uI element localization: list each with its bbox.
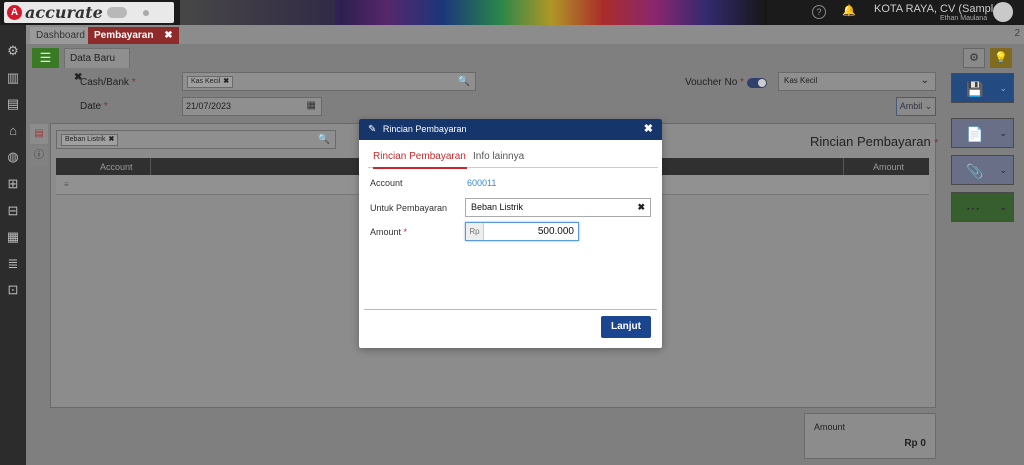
more-icon: ⋯ <box>966 200 980 216</box>
tabs-row: Dashboard Pembayaran ✖ 2 <box>26 25 1024 44</box>
column-header-amount[interactable]: Amount <box>873 162 904 172</box>
truck-icon[interactable]: ⊟ <box>5 203 21 219</box>
account-link[interactable]: 600011 <box>467 178 496 188</box>
amount-value: 500.000 <box>537 226 574 237</box>
avatar[interactable] <box>993 2 1013 22</box>
cash-bank-label: Cash/Bank * <box>80 77 136 88</box>
chevron-down-icon: ⌄ <box>920 75 929 86</box>
tab-count[interactable]: 2 <box>1014 28 1020 39</box>
dialog-header: ✎ Rincian Pembayaran ✖ <box>359 119 662 140</box>
voucher-label: Voucher No * <box>685 77 744 88</box>
voucher-select[interactable]: Kas Kecil ⌄ <box>778 72 936 91</box>
clear-icon[interactable]: ✖ <box>637 199 645 216</box>
left-sidebar: ⚙ ▥ ▤ ⌂ ◍ ⊞ ⊟ ▦ ≣ ⊡ <box>0 25 26 465</box>
tab-label: Dashboard <box>36 30 85 41</box>
status-dot-icon <box>142 9 149 16</box>
untuk-pembayaran-label: Untuk Pembayaran <box>370 203 448 213</box>
detail-title: Rincian Pembayaran * <box>810 134 939 149</box>
voucher-value: Kas Kecil <box>784 76 818 85</box>
dialog-title: Rincian Pembayaran <box>382 124 467 134</box>
chevron-down-icon: ⌄ <box>999 202 1007 212</box>
date-label: Date * <box>80 101 108 112</box>
document-icon: 📄 <box>966 126 984 142</box>
close-icon[interactable]: ✖ <box>644 119 653 140</box>
paperclip-icon: 📎 <box>966 163 984 179</box>
dialog-tabs: Rincian Pembayaran Info lainnya <box>368 149 658 169</box>
cloud-icon <box>106 7 127 18</box>
tab-info-lainnya[interactable]: Info lainnya <box>473 151 524 162</box>
account-label: Account <box>370 178 403 188</box>
column-header-account[interactable]: Account <box>100 162 133 172</box>
drag-handle-icon[interactable]: ≡ <box>64 180 69 189</box>
more-button[interactable]: ⋯ ⌄ <box>951 192 1014 222</box>
amount-label: Amount * <box>370 227 408 237</box>
close-icon[interactable]: ✖ <box>223 78 229 85</box>
detail-side-tab[interactable]: ▤ <box>30 124 48 144</box>
search-icon[interactable]: 🔍 <box>318 134 330 145</box>
search-icon[interactable]: 🔍 <box>458 76 470 87</box>
cash-bank-field[interactable]: Kas Kecil ✖ 🔍 <box>182 72 476 91</box>
help-icon[interactable]: ? <box>812 5 826 19</box>
tab-data-baru[interactable]: Data Baru ✖ <box>64 48 130 83</box>
save-button[interactable]: 💾 ⌄ <box>951 73 1014 103</box>
tools-icon[interactable]: ⊡ <box>5 282 21 298</box>
detail-search-field[interactable]: Beban Listrik ✖ 🔍 <box>56 130 336 149</box>
tab-pembayaran[interactable]: Pembayaran ✖ <box>88 27 179 44</box>
chevron-down-icon: ⌄ <box>999 83 1007 93</box>
tab-label: Data Baru <box>70 53 116 64</box>
bank-icon[interactable]: ⌂ <box>5 123 21 139</box>
header-banner-left <box>180 0 340 25</box>
bell-icon[interactable]: 🔔 <box>842 5 856 17</box>
amount-input[interactable]: Rp 500.000 <box>465 222 579 241</box>
dialog-divider <box>364 309 657 310</box>
tab-rincian-pembayaran[interactable]: Rincian Pembayaran <box>373 151 467 169</box>
company-name[interactable]: KOTA RAYA, CV (Sample) <box>874 3 1003 15</box>
header-banner <box>335 0 767 25</box>
pencil-icon: ✎ <box>368 124 377 135</box>
company-icon[interactable]: ▥ <box>5 70 21 86</box>
settings-icon[interactable]: ⚙ <box>5 43 21 59</box>
currency-prefix: Rp <box>466 223 484 240</box>
settings-button[interactable]: ⚙ <box>963 48 985 68</box>
document-button[interactable]: 📄 ⌄ <box>951 118 1014 148</box>
tips-button[interactable]: 💡 <box>990 48 1012 68</box>
total-box: Amount Rp 0 <box>804 413 936 459</box>
app-logo[interactable]: A accurate <box>4 2 174 23</box>
chevron-down-icon: ⌄ <box>999 128 1007 138</box>
close-icon[interactable]: ✖ <box>108 136 114 143</box>
report-icon[interactable]: ≣ <box>5 256 21 272</box>
voucher-toggle[interactable] <box>747 78 767 88</box>
untuk-pembayaran-input[interactable]: Beban Listrik ✖ <box>465 198 651 217</box>
close-icon[interactable]: ✖ <box>164 30 172 41</box>
sales-icon[interactable]: ◍ <box>5 149 21 165</box>
filter-chip: Beban Listrik ✖ <box>61 134 119 146</box>
top-bar: A accurate ? 🔔 KOTA RAYA, CV (Sample) Et… <box>0 0 1024 25</box>
user-name: Ethan Maulana <box>940 15 988 22</box>
total-label: Amount <box>814 422 846 432</box>
logo-mark-icon: A <box>7 5 22 20</box>
menu-button[interactable]: ☰ <box>32 48 59 68</box>
info-side-tab[interactable]: ⓘ <box>30 146 48 166</box>
attachment-button[interactable]: 📎 ⌄ <box>951 155 1014 185</box>
total-value: Rp 0 <box>904 438 926 449</box>
rincian-pembayaran-dialog: ✎ Rincian Pembayaran ✖ Rincian Pembayara… <box>359 119 662 348</box>
cash-bank-chip: Kas Kecil ✖ <box>187 76 234 88</box>
tab-label: Pembayaran <box>94 30 154 41</box>
save-icon: 💾 <box>966 81 984 97</box>
ledger-icon[interactable]: ▤ <box>5 96 21 112</box>
tab-dashboard[interactable]: Dashboard <box>30 27 91 44</box>
warehouse-icon[interactable]: ▦ <box>5 229 21 245</box>
chevron-down-icon: ⌄ <box>999 165 1007 175</box>
logo-text: accurate <box>25 3 103 22</box>
lanjut-button[interactable]: Lanjut <box>601 316 651 338</box>
cart-icon[interactable]: ⊞ <box>5 176 21 192</box>
calendar-icon[interactable]: ▦ <box>307 100 316 111</box>
ambil-button[interactable]: Ambil ⌄ <box>896 97 936 116</box>
date-value: 21/07/2023 <box>186 101 232 111</box>
untuk-pembayaran-value: Beban Listrik <box>471 202 524 212</box>
date-field[interactable]: 21/07/2023 ▦ <box>182 97 322 116</box>
